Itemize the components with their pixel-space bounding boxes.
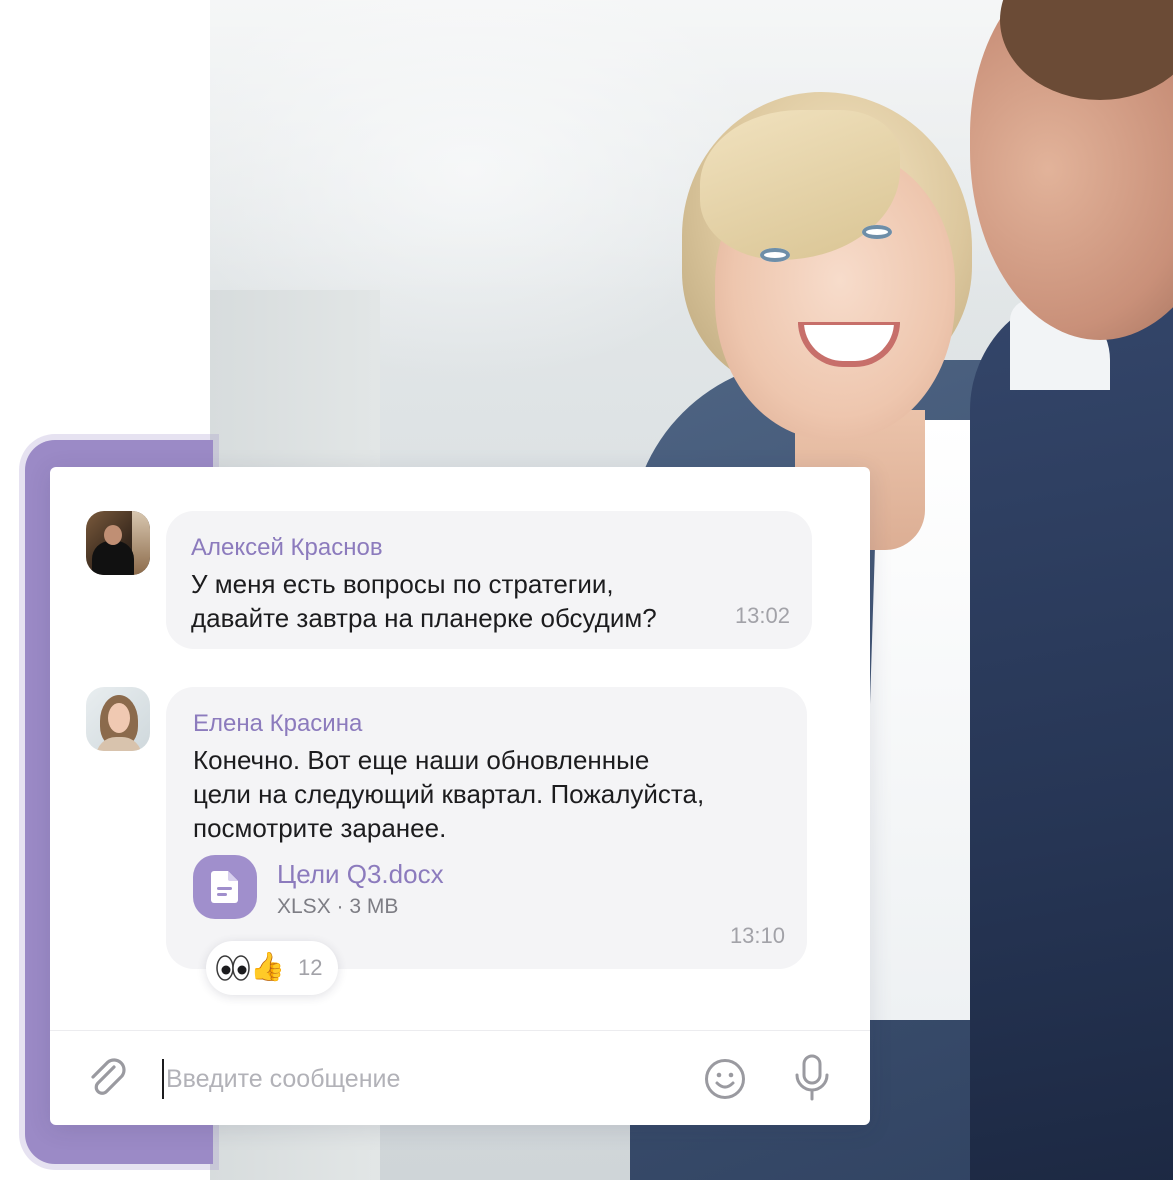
avatar[interactable] bbox=[86, 511, 150, 575]
message-input[interactable] bbox=[166, 1057, 666, 1101]
message-bubble: Алексей Краснов У меня есть вопросы по с… bbox=[166, 511, 812, 649]
message-composer bbox=[50, 1030, 870, 1125]
photo-woman-eye bbox=[862, 225, 892, 239]
chat-window: Алексей Краснов У меня есть вопросы по с… bbox=[50, 467, 870, 1125]
avatar-head bbox=[104, 525, 122, 545]
avatar-body bbox=[92, 541, 134, 575]
eyes-icon bbox=[216, 955, 250, 981]
message-text: У меня есть вопросы по стратегии, давайт… bbox=[191, 569, 657, 633]
file-meta: XLSX · 3 MB bbox=[277, 895, 399, 918]
avatar[interactable] bbox=[86, 687, 150, 751]
message-sender[interactable]: Алексей Краснов bbox=[191, 533, 786, 563]
document-icon[interactable] bbox=[193, 855, 257, 919]
smiley-icon[interactable] bbox=[704, 1058, 746, 1100]
message-time: 13:02 bbox=[734, 603, 790, 628]
reaction-count: 12 bbox=[298, 955, 323, 980]
microphone-icon[interactable] bbox=[792, 1053, 832, 1103]
avatar-background bbox=[132, 511, 150, 575]
message-text: Конечно. Вот еще наши обновленные цели н… bbox=[193, 745, 705, 843]
photo-man-suit bbox=[970, 290, 1173, 1180]
paperclip-icon[interactable] bbox=[84, 1055, 130, 1101]
avatar-face bbox=[108, 703, 130, 733]
reaction-bar[interactable]: 👍 12 bbox=[206, 941, 338, 995]
message-sender[interactable]: Елена Красина bbox=[193, 709, 781, 739]
message-time: 13:10 bbox=[729, 923, 785, 948]
file-name-link[interactable]: Цели Q3.docx bbox=[277, 859, 444, 890]
text-cursor bbox=[162, 1059, 164, 1099]
photo-woman-eye bbox=[760, 248, 790, 262]
thumbs-up-icon: 👍 bbox=[250, 951, 285, 982]
message-bubble: Елена Красина Конечно. Вот еще наши обно… bbox=[166, 687, 807, 969]
